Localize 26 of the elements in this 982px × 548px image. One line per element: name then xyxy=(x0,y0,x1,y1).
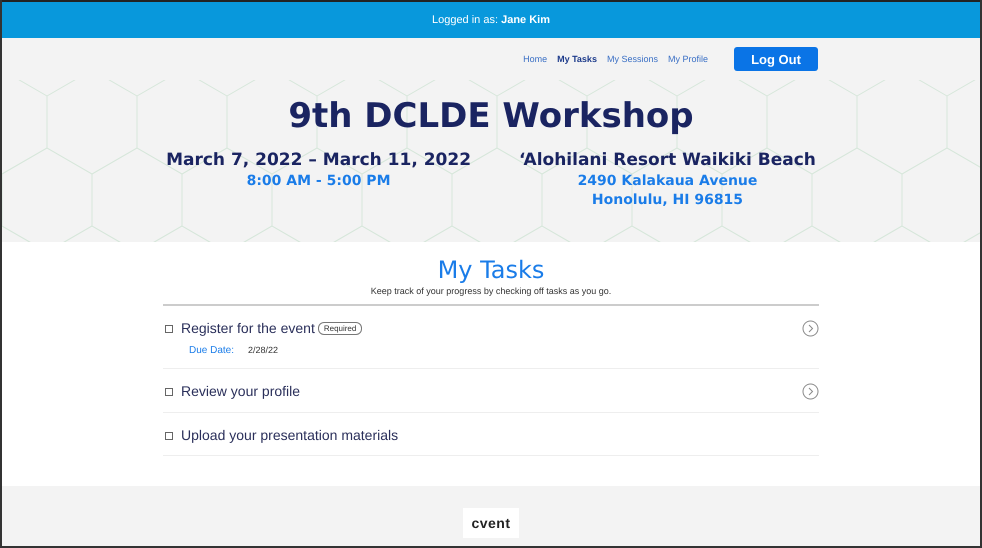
nav-link[interactable]: My Profile xyxy=(668,54,708,64)
chevron-circle-icon[interactable] xyxy=(802,320,819,337)
chevron-circle-icon[interactable] xyxy=(802,383,819,400)
nav-link[interactable]: Home xyxy=(523,54,548,64)
nav-link[interactable]: My Tasks xyxy=(557,54,597,64)
logged-in-text: Logged in as: Jane Kim xyxy=(432,14,550,26)
event-title: 9th DCLDE Workshop xyxy=(288,96,694,136)
task-label: Review your profile xyxy=(181,383,300,399)
section-subtitle: Keep track of your progress by checking off tasks as you go. xyxy=(163,286,819,306)
section-title: My Tasks xyxy=(438,256,544,284)
task-checkbox[interactable] xyxy=(165,388,173,396)
required-badge: Required xyxy=(318,322,362,334)
task-label: Register for the event xyxy=(181,320,315,336)
venue-address: 2490 Kalakaua Avenue xyxy=(578,173,758,189)
nav-link[interactable]: My Sessions xyxy=(606,54,658,64)
task-checkbox[interactable] xyxy=(165,432,173,440)
due-date-label: Due Date: xyxy=(189,345,234,356)
footer-logo: cvent xyxy=(463,508,519,538)
log-out-button[interactable]: Log Out xyxy=(734,47,818,71)
due-date-value: 2/28/22 xyxy=(248,345,278,356)
task-checkbox[interactable] xyxy=(165,325,173,333)
task-label: Upload your presentation materials xyxy=(181,427,398,443)
venue-address: Honolulu, HI 96815 xyxy=(592,192,744,208)
event-dates: March 7, 2022 – March 11, 2022 xyxy=(166,150,472,170)
venue-name: ‘Alohilani Resort Waikiki Beach xyxy=(519,150,816,170)
event-time: 8:00 AM - 5:00 PM xyxy=(246,173,391,189)
